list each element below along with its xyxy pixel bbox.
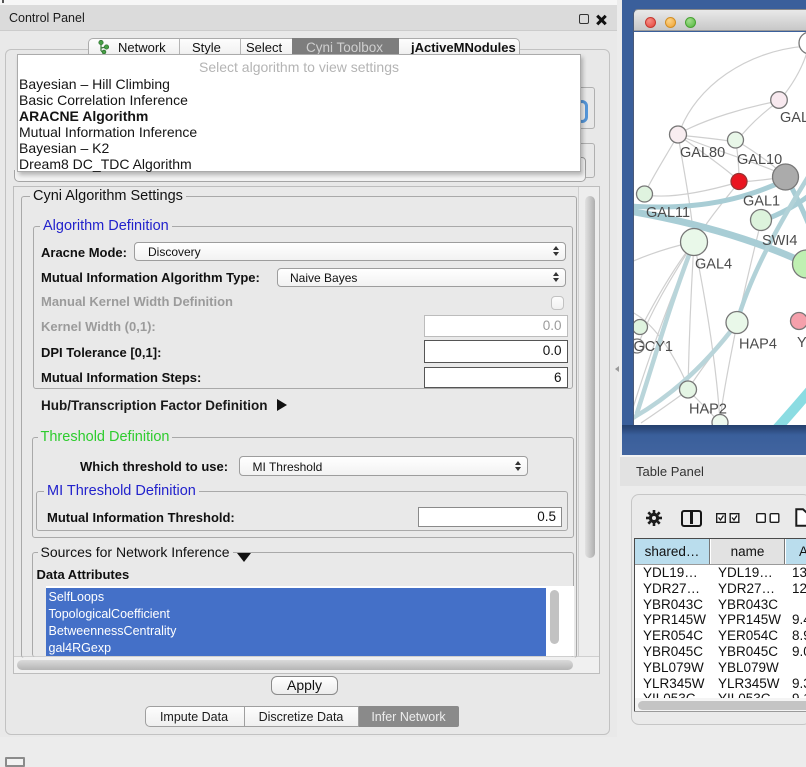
svg-text:GAL1: GAL1 (743, 194, 780, 210)
svg-text:GAL4: GAL4 (695, 257, 732, 273)
svg-text:GAL11: GAL11 (646, 205, 690, 221)
svg-text:Y: Y (797, 335, 806, 351)
svg-text:GAL7: GAL7 (780, 110, 806, 126)
svg-text:GAL80: GAL80 (680, 145, 725, 161)
svg-text:HAP2: HAP2 (689, 402, 727, 418)
svg-text:GAL10: GAL10 (737, 152, 782, 168)
svg-text:HAP4: HAP4 (739, 337, 777, 353)
svg-text:GCY1: GCY1 (634, 339, 673, 355)
svg-text:SWI4: SWI4 (762, 233, 797, 249)
